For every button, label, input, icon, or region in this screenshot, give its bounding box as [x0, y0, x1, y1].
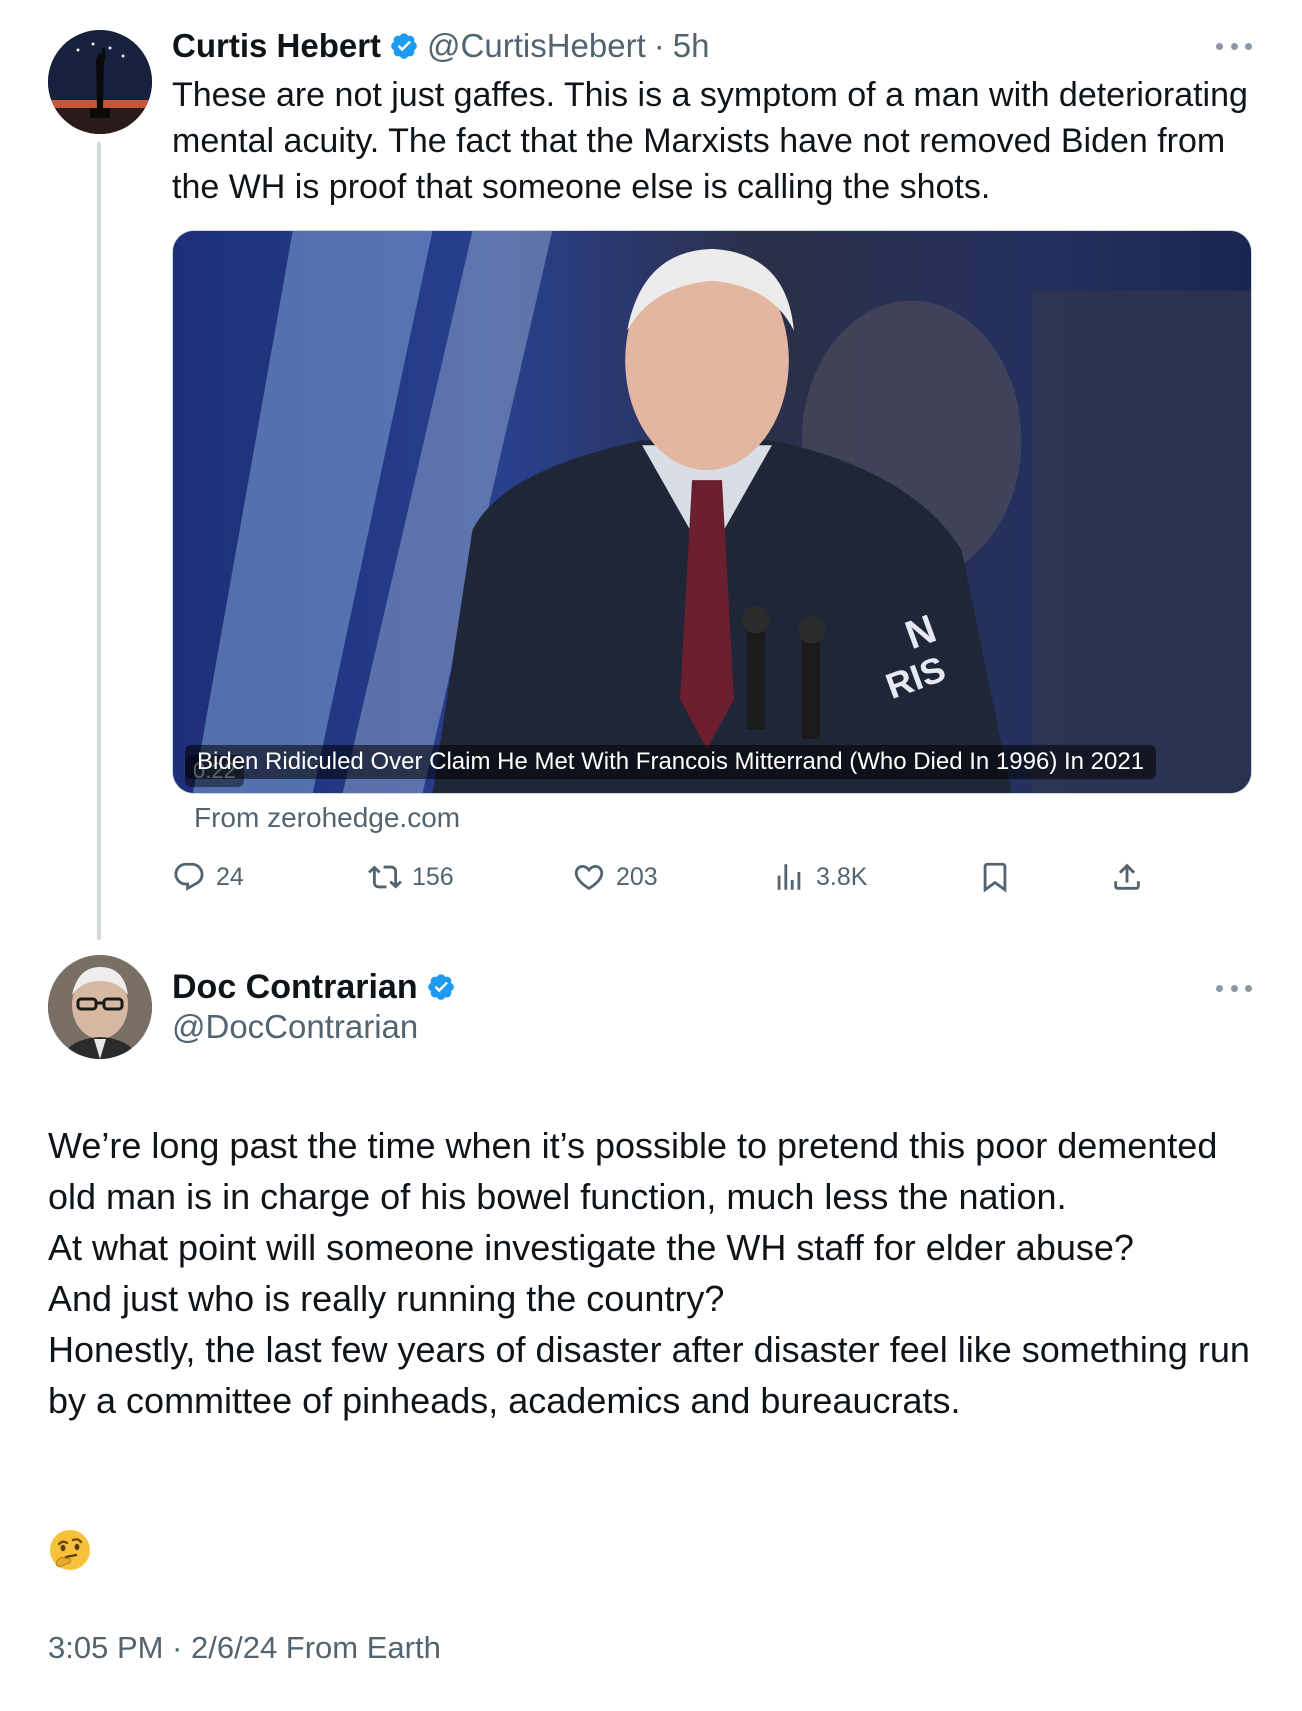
views-count: 3.8K: [816, 862, 868, 891]
tweet-actions-bar: 24 156 203 3.8K: [172, 852, 1152, 902]
reply-timestamp[interactable]: 3:05 PM · 2/6/24 From Earth: [48, 1630, 441, 1666]
author-handle[interactable]: @CurtisHebert: [427, 27, 646, 65]
reply-paragraph: And just who is really running the count…: [48, 1278, 725, 1319]
thread-connector-line: [97, 142, 101, 940]
reply-paragraph: Honestly, the last few years of disaster…: [48, 1329, 1250, 1421]
share-icon: [1114, 863, 1140, 890]
reply-paragraph: We’re long past the time when it’s possi…: [48, 1125, 1218, 1217]
retweet-count: 156: [412, 862, 454, 891]
reply-header: Doc Contrarian: [172, 964, 456, 1010]
more-icon[interactable]: [1216, 982, 1252, 994]
avatar-curtis-hebert[interactable]: [48, 30, 152, 134]
tweet-header: Curtis Hebert @CurtisHebert · 5h: [172, 24, 710, 68]
reply-text: We’re long past the time when it’s possi…: [48, 1120, 1268, 1426]
thinking-face-icon: [48, 1528, 92, 1572]
video-media-card[interactable]: N RIS 0:22 Biden Ridiculed Over Claim He…: [172, 230, 1252, 794]
more-icon[interactable]: [1216, 40, 1252, 52]
reply-button[interactable]: 24: [172, 852, 244, 902]
retweet-button[interactable]: 156: [368, 852, 454, 902]
views-button[interactable]: 3.8K: [772, 852, 867, 902]
reply-count: 24: [216, 862, 244, 891]
link-source[interactable]: From zerohedge.com: [194, 802, 460, 834]
reply-author-name[interactable]: Doc Contrarian: [172, 968, 418, 1007]
bookmark-button[interactable]: [978, 852, 1012, 902]
bookmark-icon: [983, 862, 1007, 893]
reply-icon: [174, 862, 204, 891]
video-thumbnail: N RIS: [173, 231, 1251, 793]
tweet-time[interactable]: 5h: [673, 27, 710, 65]
verified-badge-icon: [427, 974, 454, 1000]
verified-badge-icon: [391, 33, 417, 59]
video-caption: Biden Ridiculed Over Claim He Met With F…: [185, 745, 1157, 779]
tweet-thread-screenshot: Curtis Hebert @CurtisHebert · 5h These a…: [0, 0, 1302, 1711]
avatar-doc-contrarian[interactable]: [48, 955, 152, 1059]
like-count: 203: [616, 862, 658, 891]
like-icon: [574, 864, 604, 890]
author-name[interactable]: Curtis Hebert: [172, 27, 381, 65]
share-button[interactable]: [1110, 852, 1144, 902]
retweet-icon: [368, 865, 402, 889]
like-button[interactable]: 203: [572, 852, 658, 902]
separator-dot: ·: [653, 27, 665, 64]
tweet-text: These are not just gaffes. This is a sym…: [172, 76, 1248, 206]
reply-author-handle[interactable]: @DocContrarian: [172, 1008, 418, 1046]
reply-paragraph: At what point will someone investigate t…: [48, 1227, 1134, 1268]
views-icon: [777, 864, 801, 890]
